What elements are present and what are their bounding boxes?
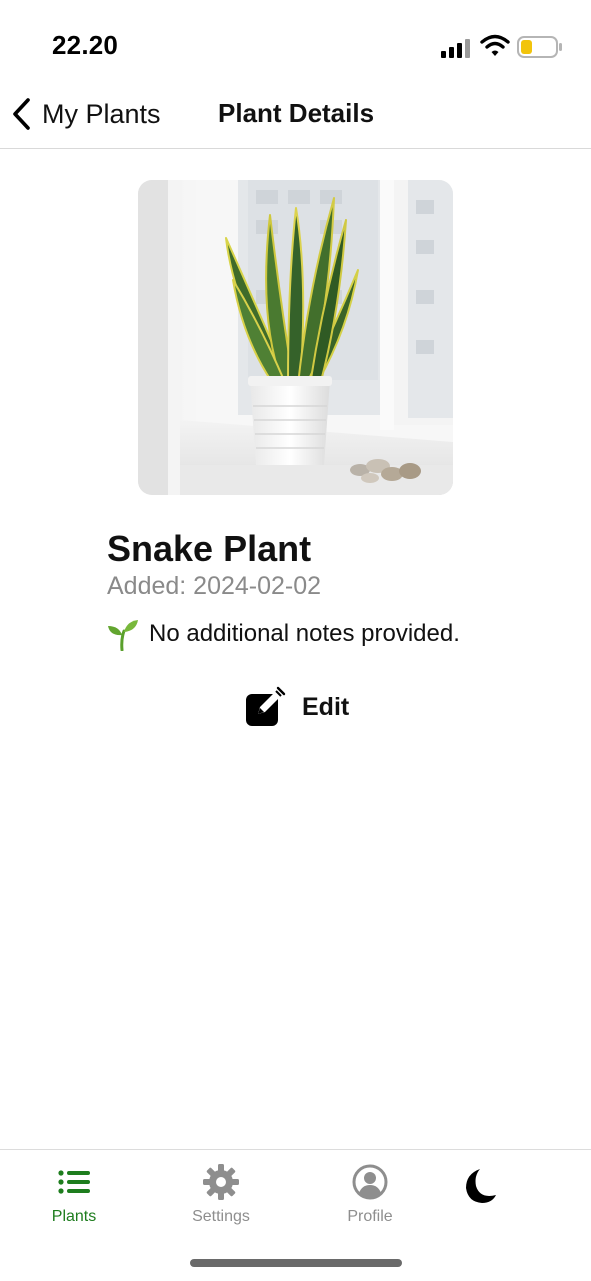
plant-name: Snake Plant [107, 528, 312, 569]
back-label: My Plants [42, 98, 161, 129]
home-indicator [190, 1259, 402, 1267]
tab-profile[interactable]: Profile [320, 1162, 420, 1226]
battery-icon [517, 36, 562, 58]
tab-settings[interactable]: Settings [171, 1162, 271, 1226]
status-time: 22.20 [52, 30, 119, 60]
notes-text: No additional notes provided. [149, 620, 460, 647]
gear-icon [203, 1164, 239, 1200]
plant-photo [138, 180, 453, 495]
chevron-left-icon [13, 98, 30, 130]
profile-icon [352, 1164, 388, 1200]
navigation-bar: My Plants Plant Details [0, 90, 591, 149]
cellular-signal-icon [441, 39, 470, 58]
plant-notes: No additional notes provided. [107, 617, 460, 651]
page-title: Plant Details [218, 98, 375, 128]
sprout-icon [108, 620, 138, 651]
tab-plants-label: Plants [51, 1208, 97, 1225]
back-button[interactable]: My Plants [10, 94, 161, 134]
wifi-icon [480, 34, 510, 56]
list-icon [58, 1170, 90, 1194]
tab-settings-label: Settings [192, 1208, 250, 1225]
status-bar: 22.20 [0, 0, 591, 90]
dark-mode-moon-icon[interactable] [458, 1166, 498, 1206]
edit-button[interactable]: Edit [244, 686, 349, 728]
edit-label: Edit [302, 692, 350, 721]
edit-icon [246, 686, 286, 726]
plant-illustration [138, 180, 453, 495]
tab-profile-label: Profile [347, 1208, 393, 1225]
tab-plants[interactable]: Plants [24, 1162, 124, 1226]
plant-added-date: Added: 2024-02-02 [107, 572, 322, 600]
